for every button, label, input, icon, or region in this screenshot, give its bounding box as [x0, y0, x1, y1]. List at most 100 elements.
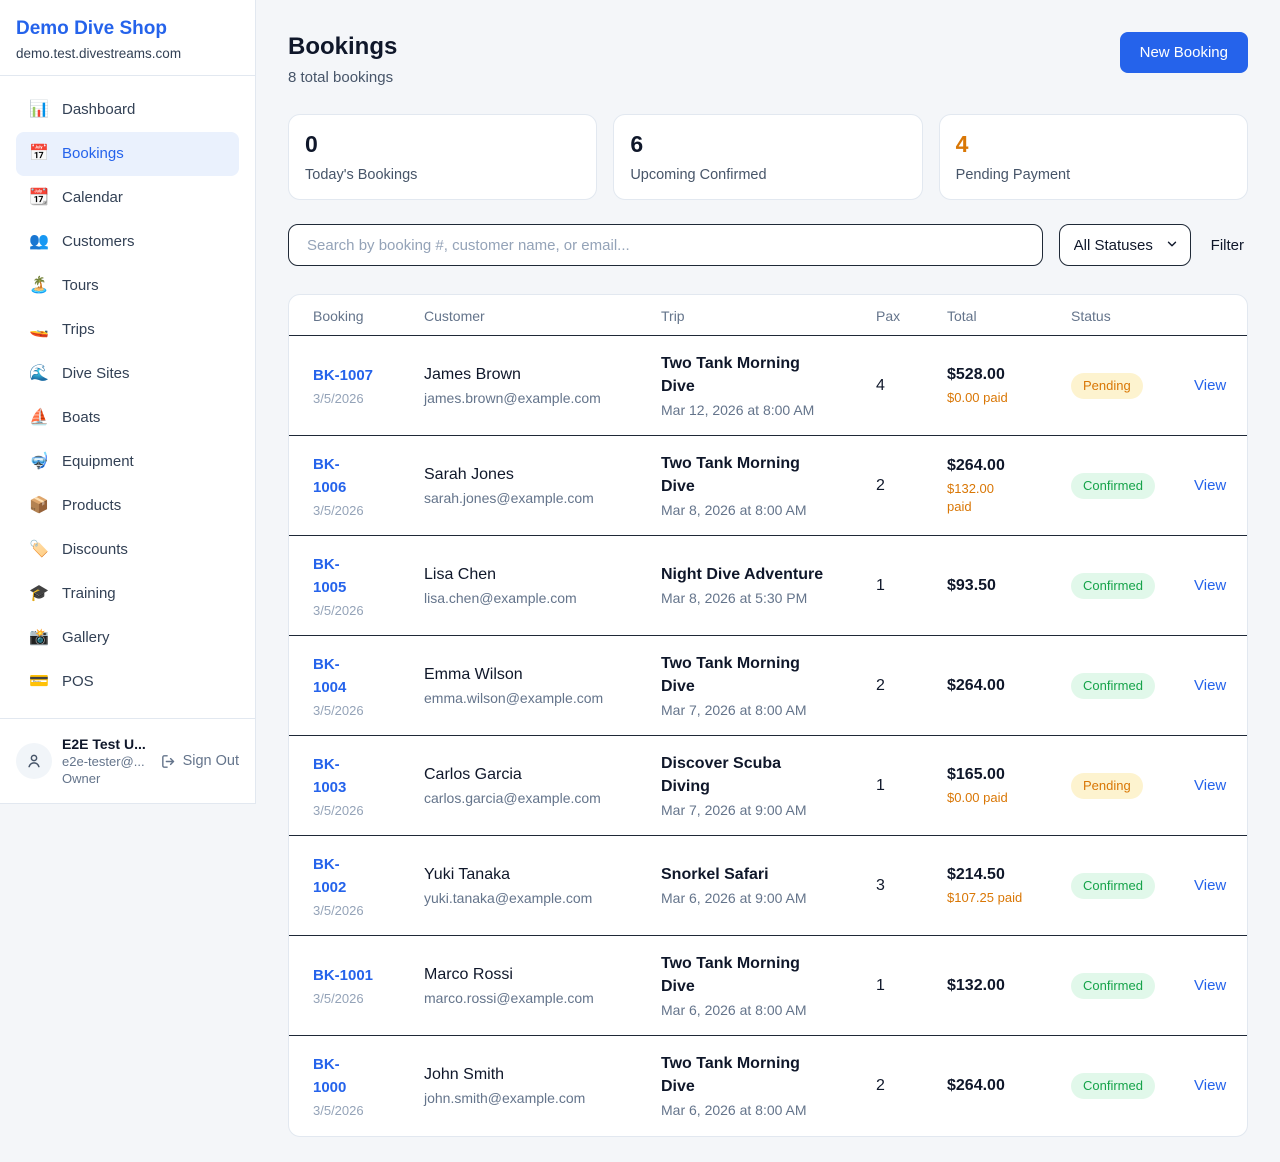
- booking-id-link[interactable]: BK- 1002: [313, 853, 346, 899]
- wave-icon: 🌊: [28, 362, 50, 386]
- graduation-cap-icon: 🎓: [28, 582, 50, 606]
- status-badge: Pending: [1071, 373, 1143, 399]
- sidebar-item-customers[interactable]: 👥 Customers: [16, 220, 239, 264]
- trip-name: Two Tank Morning Dive: [661, 352, 846, 398]
- total-amount: $264.00: [947, 455, 1041, 477]
- status-badge: Confirmed: [1071, 973, 1155, 999]
- bookings-count-subtitle: 8 total bookings: [288, 67, 397, 89]
- paid-amount: $107.25 paid: [947, 889, 1041, 907]
- logout-icon: [160, 753, 177, 770]
- search-input[interactable]: [288, 224, 1043, 266]
- pax-count: 2: [852, 677, 923, 695]
- total-amount: $264.00: [947, 1075, 1041, 1097]
- user-info: E2E Test U... e2e-tester@... Owner: [62, 735, 150, 787]
- trip-name: Snorkel Safari: [661, 863, 846, 886]
- sidebar-item-label: Dashboard: [62, 98, 135, 122]
- pax-count: 1: [852, 977, 923, 995]
- trip-name: Discover Scuba Diving: [661, 752, 846, 798]
- sidebar-item-label: Boats: [62, 406, 100, 430]
- paid-amount: $0.00 paid: [947, 389, 1041, 407]
- column-header-booking: Booking: [289, 295, 400, 335]
- view-link[interactable]: View: [1194, 977, 1226, 994]
- customer-email: john.smith@example.com: [424, 1089, 631, 1108]
- total-amount: $528.00: [947, 364, 1041, 386]
- status-badge: Confirmed: [1071, 1073, 1155, 1099]
- user-email: e2e-tester@...: [62, 753, 150, 770]
- stat-card: 0 Today's Bookings: [288, 114, 597, 200]
- sidebar-item-bookings[interactable]: 📅 Bookings: [16, 132, 239, 176]
- customer-email: marco.rossi@example.com: [424, 989, 631, 1008]
- table-row: BK- 1005 3/5/2026 Lisa Chen lisa.chen@ex…: [289, 536, 1247, 636]
- camera-flash-icon: 📸: [28, 626, 50, 650]
- table-row: BK- 1000 3/5/2026 John Smith john.smith@…: [289, 1036, 1247, 1136]
- trip-datetime: Mar 8, 2026 at 8:00 AM: [661, 501, 846, 520]
- stat-value: 6: [630, 130, 905, 159]
- sidebar-item-boats[interactable]: ⛵ Boats: [16, 396, 239, 440]
- sidebar-item-label: Customers: [62, 230, 135, 254]
- total-amount: $93.50: [947, 575, 1041, 597]
- sidebar-nav: 📊 Dashboard 📅 Bookings 📆 Calendar 👥 Cust…: [0, 76, 255, 718]
- booking-id-link[interactable]: BK- 1006: [313, 453, 346, 499]
- status-filter-select[interactable]: All Statuses: [1059, 224, 1191, 266]
- booking-id-link[interactable]: BK-1001: [313, 964, 373, 987]
- total-amount: $132.00: [947, 975, 1041, 997]
- filter-button[interactable]: Filter: [1207, 237, 1248, 254]
- view-link[interactable]: View: [1194, 777, 1226, 794]
- booking-id-link[interactable]: BK- 1000: [313, 1053, 346, 1099]
- paid-amount: $132.00 paid: [947, 480, 1041, 516]
- sidebar-item-calendar[interactable]: 📆 Calendar: [16, 176, 239, 220]
- sidebar-item-label: Equipment: [62, 450, 134, 474]
- sidebar-item-label: POS: [62, 670, 94, 694]
- filter-controls: All Statuses Filter: [288, 224, 1248, 266]
- sidebar-item-gallery[interactable]: 📸 Gallery: [16, 616, 239, 660]
- view-link[interactable]: View: [1194, 877, 1226, 894]
- sign-out-button[interactable]: Sign Out: [160, 753, 239, 770]
- booking-id-link[interactable]: BK- 1003: [313, 753, 346, 799]
- booking-id-link[interactable]: BK- 1005: [313, 553, 346, 599]
- table-row: BK- 1003 3/5/2026 Carlos Garcia carlos.g…: [289, 736, 1247, 836]
- status-badge: Confirmed: [1071, 673, 1155, 699]
- shop-name: Demo Dive Shop: [16, 17, 239, 41]
- customer-email: yuki.tanaka@example.com: [424, 889, 631, 908]
- view-link[interactable]: View: [1194, 677, 1226, 694]
- booking-id-link[interactable]: BK-1007: [313, 364, 373, 387]
- tear-off-calendar-icon: 📆: [28, 186, 50, 210]
- page-header: Bookings 8 total bookings New Booking: [288, 32, 1248, 89]
- sidebar-item-trips[interactable]: 🚤 Trips: [16, 308, 239, 352]
- new-booking-button[interactable]: New Booking: [1120, 32, 1248, 73]
- speedboat-icon: 🚤: [28, 318, 50, 342]
- status-badge: Confirmed: [1071, 473, 1155, 499]
- sidebar-item-label: Dive Sites: [62, 362, 130, 386]
- customer-name: Sarah Jones: [424, 464, 631, 486]
- trip-name: Night Dive Adventure: [661, 563, 846, 586]
- sidebar-item-discounts[interactable]: 🏷️ Discounts: [16, 528, 239, 572]
- sidebar-item-dive-sites[interactable]: 🌊 Dive Sites: [16, 352, 239, 396]
- bar-chart-icon: 📊: [28, 98, 50, 122]
- sidebar-item-training[interactable]: 🎓 Training: [16, 572, 239, 616]
- sidebar-item-tours[interactable]: 🏝️ Tours: [16, 264, 239, 308]
- total-amount: $264.00: [947, 675, 1041, 697]
- customer-email: james.brown@example.com: [424, 389, 631, 408]
- credit-card-icon: 💳: [28, 670, 50, 694]
- main-content: Bookings 8 total bookings New Booking 0 …: [256, 0, 1280, 1162]
- view-link[interactable]: View: [1194, 1077, 1226, 1094]
- customer-name: Carlos Garcia: [424, 764, 631, 786]
- column-header-actions: [1170, 295, 1247, 335]
- user-role: Owner: [62, 770, 150, 787]
- view-link[interactable]: View: [1194, 577, 1226, 594]
- sidebar-item-label: Training: [62, 582, 116, 606]
- view-link[interactable]: View: [1194, 377, 1226, 394]
- view-link[interactable]: View: [1194, 477, 1226, 494]
- sidebar-item-dashboard[interactable]: 📊 Dashboard: [16, 88, 239, 132]
- sidebar-item-equipment[interactable]: 🤿 Equipment: [16, 440, 239, 484]
- booking-date: 3/5/2026: [313, 1102, 394, 1119]
- sidebar-item-products[interactable]: 📦 Products: [16, 484, 239, 528]
- stat-card: 6 Upcoming Confirmed: [613, 114, 922, 200]
- booking-id-link[interactable]: BK- 1004: [313, 653, 346, 699]
- user-name: E2E Test U...: [62, 735, 150, 753]
- pax-count: 1: [852, 577, 923, 595]
- customer-email: emma.wilson@example.com: [424, 689, 631, 708]
- bookings-table: BookingCustomerTripPaxTotalStatus BK-100…: [288, 294, 1248, 1137]
- trip-datetime: Mar 7, 2026 at 9:00 AM: [661, 801, 846, 820]
- sidebar-item-pos[interactable]: 💳 POS: [16, 660, 239, 704]
